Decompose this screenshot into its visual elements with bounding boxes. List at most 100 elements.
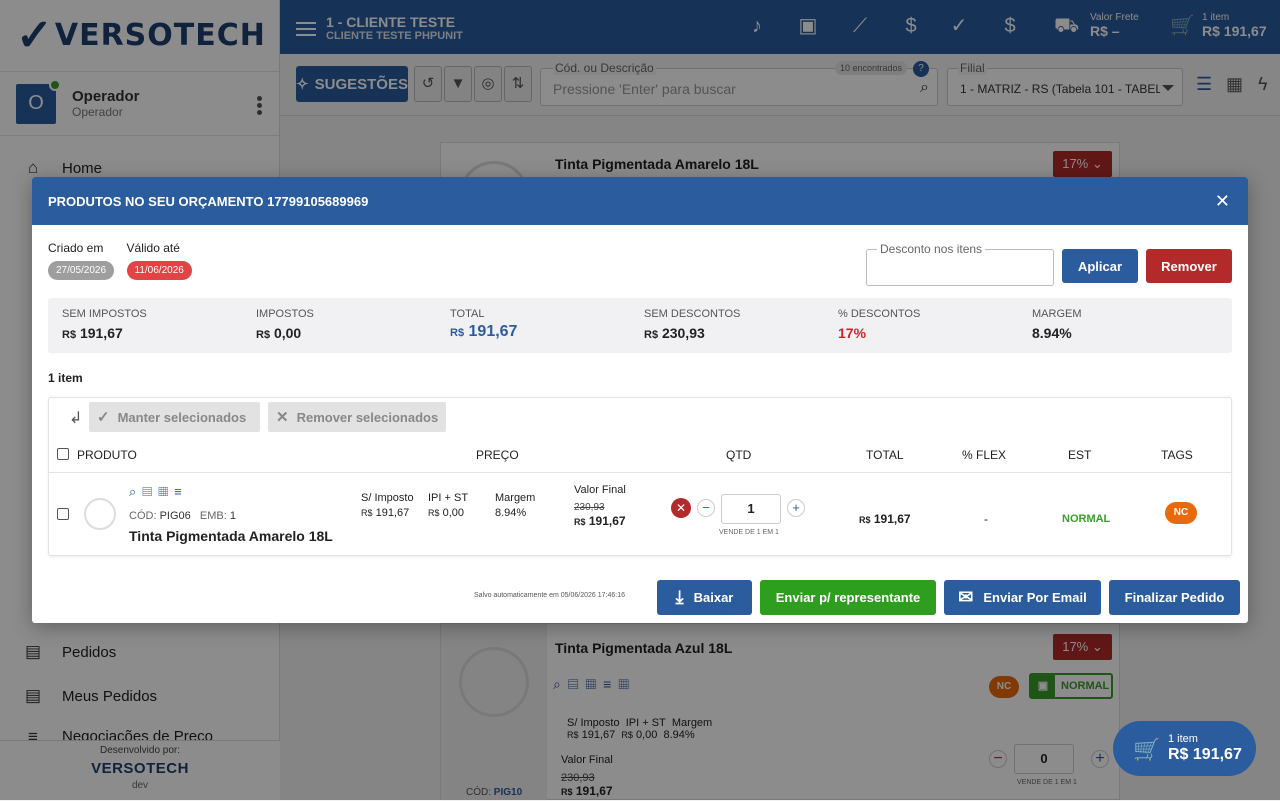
summary-label: MARGEM [1032,308,1082,320]
row-flex: - [984,512,988,526]
summary-sem-impostos: SEM IMPOSTOS R$ 191,67 [62,308,147,341]
keep-selected-label: Manter selecionados [117,409,247,425]
sell-rule: VENDE DE 1 EM 1 [719,529,779,536]
remove-item-button[interactable]: ✕ [671,498,691,518]
summary-label: SEM IMPOSTOS [62,308,147,320]
quantity-input[interactable]: 1 [721,494,781,524]
tag-badge: NC [1165,502,1197,524]
code-value: PIG06 [159,510,191,522]
summary-sem-descontos: SEM DESCONTOS R$ 230,93 [644,308,740,341]
increment-button[interactable]: + [787,499,805,517]
document-icon[interactable]: ▤ [142,484,158,499]
price-value: 0,00 [442,507,464,519]
quote-dates: Criado em 27/05/2026 Válido até 11/06/20… [48,241,200,280]
return-arrow-icon: ↲ [69,410,83,427]
apply-discount-button[interactable]: Aplicar [1062,249,1138,283]
close-icon: ✕ [276,409,289,426]
summary-descontos: % DESCONTOS 17% [838,308,920,341]
row-total-value: 191,67 [873,512,911,526]
summary-value: 230,93 [661,325,705,341]
items-table: ↲ ✓ Manter selecionados ✕ Remover selecion… [48,397,1232,556]
price-margem: Margem 8.94% [495,492,535,519]
header-total: TOTAL [866,448,904,462]
database-icon[interactable]: ≡ [174,484,188,499]
modal-header: PRODUTOS NO SEU ORÇAMENTO 17799105689969 [32,177,1248,225]
valid-label: Válido até [126,241,180,255]
send-email-button[interactable]: ✉ Enviar Por Email [944,580,1101,615]
remove-discount-button[interactable]: Remover [1146,249,1232,283]
check-icon: ✓ [97,409,110,426]
quote-modal: PRODUTOS NO SEU ORÇAMENTO 17799105689969… [32,177,1248,623]
summary-label: % DESCONTOS [838,308,921,320]
quote-summary: SEM IMPOSTOS R$ 191,67 IMPOSTOS R$ 0,00 … [48,298,1232,353]
row-stock: NORMAL [1062,513,1111,525]
created-date-chip: 27/05/2026 [48,261,115,280]
currency: R$ [450,327,465,339]
cart-count: 1 item [1168,733,1198,745]
floating-cart-button[interactable]: 🛒 1 item R$ 191,67 [1113,721,1256,776]
summary-value: 0,00 [273,325,302,341]
price-label: S/ Imposto [361,492,414,504]
valid-date-chip: 11/06/2026 [126,261,192,280]
price-value: 191,67 [375,507,410,519]
summary-impostos: IMPOSTOS R$ 0,00 [256,308,314,341]
price-s-imposto: S/ Imposto R$ 191,67 [361,492,414,519]
summary-label: IMPOSTOS [256,308,314,320]
summary-value: 17% [838,325,867,341]
header-est: EST [1068,448,1092,462]
header-qtd: QTD [726,448,752,462]
summary-margem: MARGEM 8.94% [1032,308,1082,341]
price-ipi: IPI + ST R$ 0,00 [428,492,469,519]
price-label: IPI + ST [428,492,469,504]
close-icon[interactable]: ✕ [1215,191,1230,212]
price-label: Margem [495,492,536,504]
row-checkbox[interactable] [57,508,69,520]
finish-order-button[interactable]: Finalizar Pedido [1109,580,1240,615]
send-to-representative-button[interactable]: Enviar p/ representante [760,580,936,615]
summary-label: SEM DESCONTOS [644,308,741,320]
old-price: 230,93 [574,502,605,513]
items-count: 1 item [48,371,83,385]
product-code: CÓD: PIG06 EMB: 1 [129,510,236,522]
cart-icon: 🛒 [1133,737,1161,762]
header-preco: PREÇO [476,448,519,462]
download-button[interactable]: ⤓ Baixar [657,580,752,615]
item-discount-input[interactable]: Desconto nos itens [866,242,1054,286]
code-label: CÓD: [129,510,157,522]
summary-label: TOTAL [450,308,485,320]
price-value: 8.94% [495,507,527,519]
currency: R$ [62,329,77,341]
autosave-status: Salvo automaticamente em 05/06/2026 17:4… [474,592,625,599]
item-discount-label: Desconto nos itens [877,242,986,256]
header-produto: PRODUTO [77,448,137,462]
download-label: Baixar [693,590,734,605]
currency: R$ [256,329,271,341]
remove-selected-button[interactable]: ✕ Remover selecionados [268,402,446,432]
select-all-checkbox[interactable] [57,448,69,460]
emb-value: 1 [229,510,237,522]
remove-selected-label: Remover selecionados [296,409,439,425]
cart-value: R$ 191,67 [1168,746,1242,763]
calculator-icon[interactable]: ▦ [158,484,174,499]
header-tags: TAGS [1161,448,1193,462]
summary-value: 191,67 [468,323,518,340]
currency: R$ [644,329,659,341]
no-image-icon [84,498,116,530]
envelope-icon: ✉ [958,587,974,607]
send-email-label: Enviar Por Email [983,590,1087,605]
product-name: Tinta Pigmentada Amarelo 18L [129,528,333,544]
header-flex: % FLEX [962,448,1007,462]
divider [49,472,1231,473]
zoom-icon[interactable]: ⌕ [129,484,142,499]
keep-selected-button[interactable]: ✓ Manter selecionados [89,402,260,432]
summary-total: TOTAL R$ 191,67 [450,308,517,341]
row-total: R$ 191,67 [859,512,911,526]
download-icon: ⤓ [675,587,684,607]
created-label: Criado em [48,241,104,255]
product-tools: ⌕▤▦≡ [129,484,188,500]
decrement-button[interactable]: − [697,499,715,517]
price-final: Valor Final 230,93 R$ 191,67 [574,484,626,528]
modal-title: PRODUTOS NO SEU ORÇAMENTO 17799105689969 [48,193,369,209]
summary-value: 191,67 [79,325,123,341]
final-label: Valor Final [574,484,626,496]
